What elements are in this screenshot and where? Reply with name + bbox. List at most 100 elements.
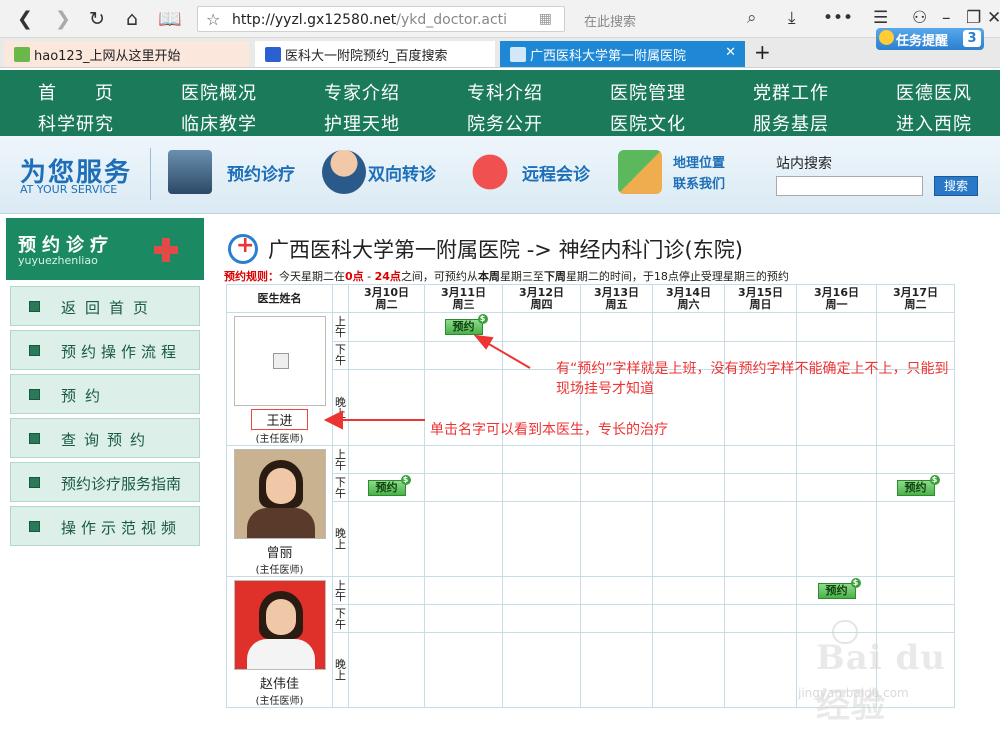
page-info-icon[interactable]: ▦ bbox=[539, 11, 552, 27]
sidebar-item-book[interactable]: 预约 bbox=[10, 374, 200, 414]
sidebar-pinyin: yuyuezhenliao bbox=[18, 254, 98, 267]
slot-pm: 下午 bbox=[332, 340, 349, 371]
restore-icon[interactable]: ❐ bbox=[966, 8, 981, 28]
slot-cell bbox=[502, 575, 581, 606]
search-icon[interactable]: ⌕ bbox=[747, 8, 757, 28]
slot-am: 上午 bbox=[332, 312, 349, 342]
book-button[interactable]: 预约 bbox=[367, 474, 411, 496]
slot-cell bbox=[424, 604, 503, 634]
doctor-name-link[interactable]: 王进 bbox=[251, 409, 308, 430]
doctor-photo[interactable] bbox=[233, 316, 326, 406]
day-header: 3月17日 周二 bbox=[876, 284, 955, 313]
nav-specialties[interactable]: 专科介绍 bbox=[467, 79, 587, 105]
doctor-name-link[interactable]: 曾丽 bbox=[227, 542, 332, 561]
site-search-button[interactable]: 搜索 bbox=[934, 176, 978, 196]
table-row: 赵伟佳 (主任医师) 上午 预约 bbox=[226, 575, 955, 708]
nav-west-campus[interactable]: 进入西院 bbox=[896, 110, 1000, 136]
annotation-line: 现场挂号才知道 bbox=[556, 381, 654, 397]
slot-cell bbox=[876, 444, 955, 475]
nav-hospital-overview[interactable]: 医院概况 bbox=[181, 79, 301, 105]
geo-location-link[interactable]: 地理位置 bbox=[673, 153, 725, 174]
slot-cell bbox=[580, 444, 653, 475]
slot-cell bbox=[424, 575, 503, 606]
book-button[interactable]: 预约 bbox=[817, 577, 861, 599]
bell-icon bbox=[879, 30, 894, 45]
download-icon[interactable]: ⤓ bbox=[788, 8, 796, 28]
menu-icon[interactable]: ☰ bbox=[873, 8, 888, 28]
browser-search-box[interactable]: 在此搜索 ⌕ bbox=[572, 6, 772, 32]
address-url[interactable]: http://yyzl.gx12580.net/ykd_doctor.actio bbox=[232, 12, 507, 28]
slot-pm: 下午 bbox=[332, 473, 349, 503]
day-date: 3月14日 bbox=[666, 285, 711, 299]
sidebar-item-return-home[interactable]: 返回首页 bbox=[10, 286, 200, 326]
hospital-logo-icon bbox=[228, 233, 258, 264]
book-button[interactable]: 预约 bbox=[896, 474, 940, 496]
photo-body bbox=[246, 508, 315, 538]
contact-us-link[interactable]: 联系我们 bbox=[673, 174, 725, 195]
nav-party-work[interactable]: 党群工作 bbox=[753, 79, 873, 105]
service-appointment[interactable]: 预约诊疗 bbox=[227, 160, 295, 185]
task-reminder-button[interactable]: 任务提醒 3 bbox=[876, 28, 984, 50]
tab-baidu-search[interactable]: 医科大一附院预约_百度搜索 bbox=[255, 41, 495, 67]
nav-nursing[interactable]: 护理天地 bbox=[324, 110, 444, 136]
browser-toolbar: ❮ ❯ ↻ ⌂ 📖 ☆ http://yyzl.gx12580.net/ykd_… bbox=[0, 0, 1000, 38]
nav-culture[interactable]: 医院文化 bbox=[610, 110, 730, 136]
day-header: 3月14日 周六 bbox=[652, 284, 725, 313]
nav-teaching[interactable]: 临床教学 bbox=[181, 110, 301, 136]
slot-cell: 预约 bbox=[348, 473, 425, 503]
sidebar-item-guide[interactable]: 预约诊疗服务指南 bbox=[10, 462, 200, 502]
doctor-name-link[interactable]: 赵伟佳 bbox=[227, 673, 332, 692]
site-search-label: 站内搜索 bbox=[776, 156, 832, 172]
slot-eve: 晚上 bbox=[332, 501, 349, 577]
sidebar: 预约诊疗 yuyuezhenliao 返回首页 预约操作流程 预约 查询预约 预… bbox=[6, 218, 204, 729]
book-button[interactable]: 预约 bbox=[444, 313, 488, 335]
user-icon[interactable]: ⚇ bbox=[912, 8, 927, 28]
main-navigation: 首 页 医院概况 专家介绍 专科介绍 医院管理 党群工作 医德医风 科学研究 临… bbox=[0, 70, 1000, 136]
doctor-title: (主任医师) bbox=[255, 434, 304, 445]
slot-cell bbox=[796, 473, 877, 503]
minimize-icon[interactable]: – bbox=[942, 8, 951, 28]
nav-research[interactable]: 科学研究 bbox=[38, 110, 158, 136]
bullet-icon bbox=[29, 345, 40, 356]
tab-hao123[interactable]: hao123_上网从这里开始 bbox=[4, 41, 249, 67]
day-date: 3月13日 bbox=[594, 285, 639, 299]
home-icon[interactable]: ⌂ bbox=[121, 8, 143, 30]
nav-ethics[interactable]: 医德医风 bbox=[896, 79, 1000, 105]
new-tab-icon[interactable]: + bbox=[754, 40, 771, 64]
service-referral[interactable]: 双向转诊 bbox=[368, 160, 436, 185]
booking-rule: 预约规则：今天星期二在0点 - 24点之间，可预约从本周星期三至下周星期二的时间… bbox=[224, 268, 789, 284]
day-header: 3月16日 周一 bbox=[796, 284, 877, 313]
tab-hospital[interactable]: 广西医科大学第一附属医院 ✕ bbox=[500, 41, 745, 67]
more-icon[interactable]: ••• bbox=[823, 8, 853, 28]
nav-grassroots[interactable]: 服务基层 bbox=[753, 110, 873, 136]
reload-icon[interactable]: ↻ bbox=[86, 8, 108, 30]
sidebar-item-demo-video[interactable]: 操作示范视频 bbox=[10, 506, 200, 546]
photo-face bbox=[265, 599, 296, 635]
department-name: 神经内科门诊(东院) bbox=[558, 238, 743, 262]
address-bar[interactable]: ☆ http://yyzl.gx12580.net/ykd_doctor.act… bbox=[197, 6, 565, 32]
doctor-photo[interactable] bbox=[233, 580, 326, 670]
service-remote-consult[interactable]: 远程会诊 bbox=[522, 160, 590, 185]
nav-home[interactable]: 首 页 bbox=[38, 79, 158, 105]
back-icon[interactable]: ❮ bbox=[14, 8, 36, 30]
map-icon bbox=[618, 150, 662, 194]
site-search-input[interactable] bbox=[776, 176, 923, 196]
url-path: /ykd_doctor.actio bbox=[396, 12, 507, 28]
nav-affairs[interactable]: 院务公开 bbox=[467, 110, 587, 136]
nav-management[interactable]: 医院管理 bbox=[610, 79, 730, 105]
sidebar-item-query[interactable]: 查询预约 bbox=[10, 418, 200, 458]
baidu-jingyan-watermark: Bai du 经验 jingyan.baidu.com bbox=[760, 620, 990, 726]
nav-experts[interactable]: 专家介绍 bbox=[324, 79, 444, 105]
slot-cell bbox=[348, 575, 425, 606]
task-reminder-label: 任务提醒 bbox=[896, 34, 949, 49]
close-window-icon[interactable]: ✕ bbox=[987, 8, 1000, 28]
rule-start: 0点 bbox=[345, 270, 364, 283]
reading-mode-icon[interactable]: 📖 bbox=[158, 8, 182, 30]
bookmark-star-icon[interactable]: ☆ bbox=[206, 10, 220, 29]
sidebar-item-process[interactable]: 预约操作流程 bbox=[10, 330, 200, 370]
day-weekday: 周一 bbox=[825, 297, 848, 311]
close-tab-icon[interactable]: ✕ bbox=[725, 45, 736, 60]
day-date: 3月11日 bbox=[441, 285, 486, 299]
doctor-photo[interactable] bbox=[233, 449, 326, 539]
forward-icon[interactable]: ❯ bbox=[52, 8, 74, 30]
